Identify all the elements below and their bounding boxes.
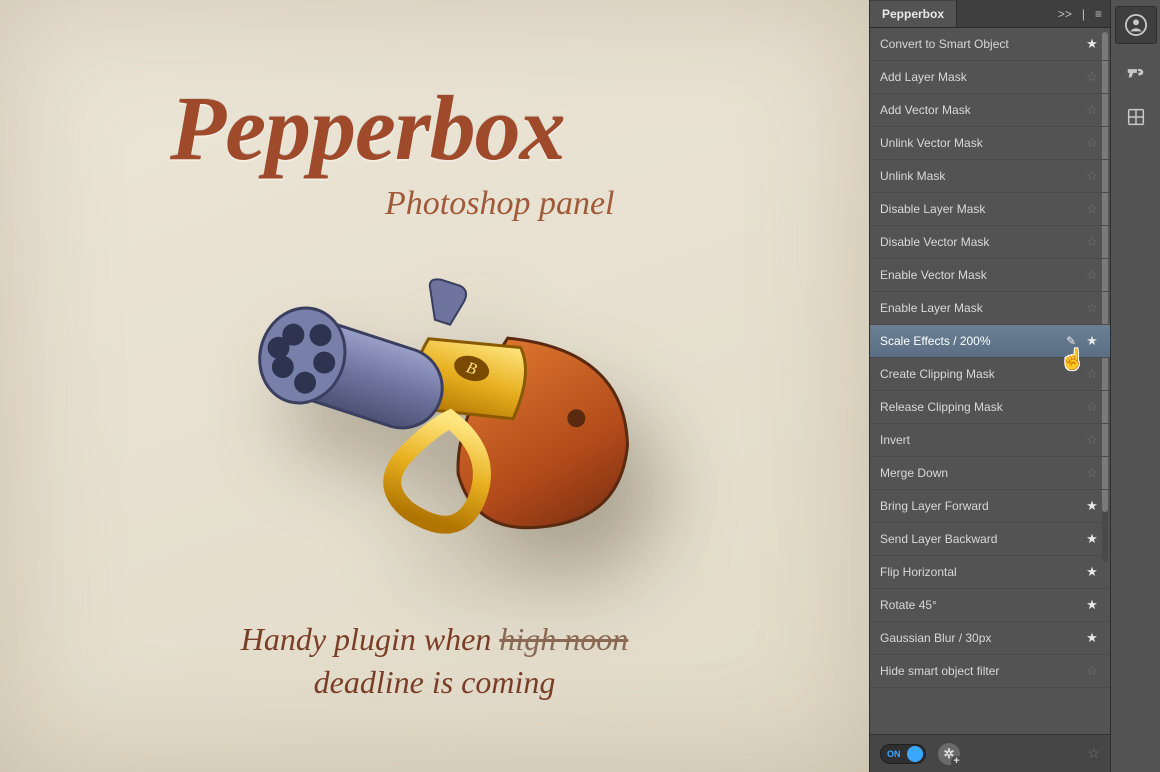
action-label: Merge Down — [880, 466, 1084, 480]
action-label: Flip Horizontal — [880, 565, 1084, 579]
favorite-star-icon[interactable]: ☆ — [1084, 234, 1100, 250]
edit-icon[interactable]: ✎ — [1066, 334, 1076, 348]
favorite-star-icon[interactable]: ☆ — [1084, 267, 1100, 283]
tagline-prefix: Handy plugin when — [241, 621, 500, 657]
tagline-strike: high noon — [499, 621, 628, 657]
toggle-knob — [907, 746, 923, 762]
promo-area: Pepperbox Photoshop panel — [0, 0, 869, 772]
action-row[interactable]: Add Layer Mask☆ — [870, 61, 1110, 94]
panel-menu-icon[interactable]: ≡ — [1095, 7, 1102, 21]
action-row[interactable]: Disable Vector Mask☆ — [870, 226, 1110, 259]
action-row[interactable]: Add Vector Mask☆ — [870, 94, 1110, 127]
action-row[interactable]: Invert☆ — [870, 424, 1110, 457]
favorite-star-icon[interactable]: ☆ — [1084, 399, 1100, 415]
action-row[interactable]: Rotate 45°★ — [870, 589, 1110, 622]
action-row[interactable]: Enable Layer Mask☆ — [870, 292, 1110, 325]
favorite-star-icon[interactable]: ★ — [1084, 36, 1100, 52]
favorite-star-icon[interactable]: ☆ — [1084, 432, 1100, 448]
action-label: Release Clipping Mask — [880, 400, 1084, 414]
action-label: Create Clipping Mask — [880, 367, 1084, 381]
action-row[interactable]: Disable Layer Mask☆ — [870, 193, 1110, 226]
favorite-star-icon[interactable]: ☆ — [1084, 69, 1100, 85]
favorite-star-icon[interactable]: ★ — [1084, 597, 1100, 613]
favorite-star-icon[interactable]: ★ — [1084, 498, 1100, 514]
action-label: Disable Vector Mask — [880, 235, 1084, 249]
action-label: Add Layer Mask — [880, 70, 1084, 84]
person-circle-icon[interactable] — [1115, 6, 1157, 44]
action-row[interactable]: Enable Vector Mask☆ — [870, 259, 1110, 292]
divider: | — [1082, 7, 1085, 21]
grid-icon[interactable] — [1115, 98, 1157, 136]
tagline-line2: deadline is coming — [314, 664, 556, 700]
action-row[interactable]: Merge Down☆ — [870, 457, 1110, 490]
product-title: Pepperbox — [170, 75, 565, 181]
action-label: Unlink Vector Mask — [880, 136, 1084, 150]
favorite-star-icon[interactable]: ★ — [1084, 531, 1100, 547]
favorite-star-icon[interactable]: ★ — [1084, 630, 1100, 646]
favorite-star-icon[interactable]: ★ — [1084, 564, 1100, 580]
action-label: Scale Effects / 200% — [880, 334, 1066, 348]
action-row[interactable]: Unlink Mask☆ — [870, 160, 1110, 193]
favorite-star-icon[interactable]: ★ — [1084, 333, 1100, 349]
action-row[interactable]: Release Clipping Mask☆ — [870, 391, 1110, 424]
collapse-icon[interactable]: >> — [1058, 7, 1072, 21]
panel-tab-name[interactable]: Pepperbox — [870, 1, 957, 27]
action-label: Hide smart object filter — [880, 664, 1084, 678]
action-row[interactable]: Scale Effects / 200%✎ ★ — [870, 325, 1110, 358]
action-list: Convert to Smart Object★Add Layer Mask☆A… — [870, 28, 1110, 734]
action-label: Rotate 45° — [880, 598, 1084, 612]
favorite-star-icon[interactable]: ☆ — [1084, 366, 1100, 382]
action-row[interactable]: Unlink Vector Mask☆ — [870, 127, 1110, 160]
action-label: Unlink Mask — [880, 169, 1084, 183]
footer-star-icon[interactable]: ☆ — [1087, 745, 1100, 762]
favorite-star-icon[interactable]: ☆ — [1084, 102, 1100, 118]
action-label: Add Vector Mask — [880, 103, 1084, 117]
action-label: Send Layer Backward — [880, 532, 1084, 546]
action-label: Enable Layer Mask — [880, 301, 1084, 315]
action-row[interactable]: Flip Horizontal★ — [870, 556, 1110, 589]
action-label: Convert to Smart Object — [880, 37, 1084, 51]
action-row[interactable]: Convert to Smart Object★ — [870, 28, 1110, 61]
gear-icon: ✲ — [944, 746, 955, 762]
toggle-label: ON — [887, 749, 901, 759]
action-row[interactable]: Bring Layer Forward★ — [870, 490, 1110, 523]
gun-icon[interactable] — [1115, 52, 1157, 90]
product-subtitle: Photoshop panel — [385, 185, 614, 223]
action-row[interactable]: Gaussian Blur / 30px★ — [870, 622, 1110, 655]
action-label: Disable Layer Mask — [880, 202, 1084, 216]
favorite-star-icon[interactable]: ☆ — [1084, 300, 1100, 316]
panel-toggle[interactable]: ON — [880, 744, 926, 764]
favorite-star-icon[interactable]: ☆ — [1084, 168, 1100, 184]
favorite-star-icon[interactable]: ☆ — [1084, 201, 1100, 217]
panel-tab-bar: Pepperbox >> | ≡ — [870, 0, 1110, 28]
action-row[interactable]: Hide smart object filter☆ — [870, 655, 1110, 688]
tagline: Handy plugin when high noon deadline is … — [0, 618, 869, 704]
action-label: Gaussian Blur / 30px — [880, 631, 1084, 645]
pepperbox-panel: Pepperbox >> | ≡ Convert to Smart Object… — [869, 0, 1110, 772]
pepperbox-illustration: B — [250, 270, 650, 600]
panel-footer: ON ✲ ☆ — [870, 734, 1110, 772]
favorite-star-icon[interactable]: ☆ — [1084, 465, 1100, 481]
tool-strip — [1110, 0, 1160, 772]
action-label: Invert — [880, 433, 1084, 447]
favorite-star-icon[interactable]: ☆ — [1084, 135, 1100, 151]
action-row[interactable]: Send Layer Backward★ — [870, 523, 1110, 556]
action-label: Bring Layer Forward — [880, 499, 1084, 513]
action-row[interactable]: Create Clipping Mask☆ — [870, 358, 1110, 391]
action-label: Enable Vector Mask — [880, 268, 1084, 282]
favorite-star-icon[interactable]: ☆ — [1084, 663, 1100, 679]
add-action-button[interactable]: ✲ — [938, 743, 960, 765]
